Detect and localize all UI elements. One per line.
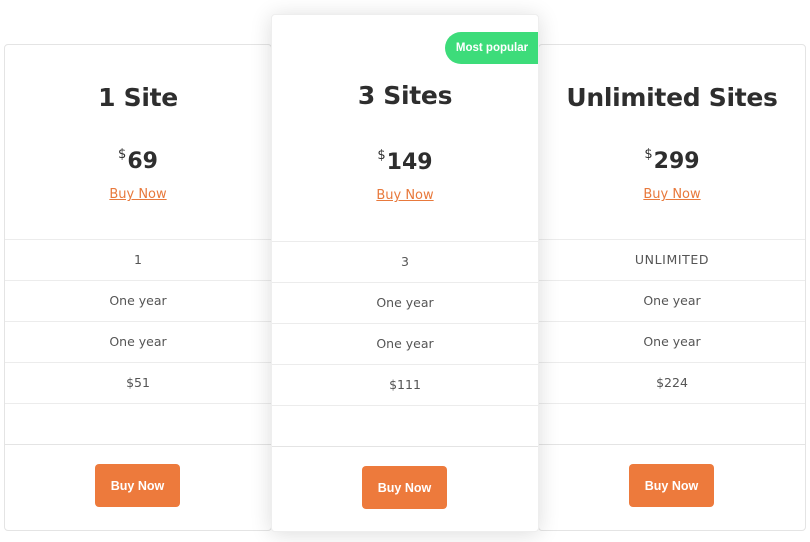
pricing-card-unlimited-sites: Unlimited Sites $299 Buy Now UNLIMITED O… <box>538 44 806 531</box>
feature-row-renewal: $111 <box>272 364 538 405</box>
feature-row-sites: UNLIMITED <box>539 239 805 280</box>
feature-row-empty <box>272 405 538 446</box>
currency-symbol: $ <box>377 148 386 163</box>
price-amount: 69 <box>127 149 158 174</box>
plan-title: Unlimited Sites <box>566 83 778 112</box>
plan-title: 1 Site <box>98 83 178 112</box>
feature-row-support: One year <box>539 321 805 362</box>
pricing-card-header: 3 Sites $149 Buy Now <box>272 15 538 241</box>
pricing-card-footer: Buy Now <box>539 444 805 530</box>
buy-now-button[interactable]: Buy Now <box>362 466 447 509</box>
plan-title: 3 Sites <box>357 81 453 110</box>
buy-now-link[interactable]: Buy Now <box>5 187 271 202</box>
buy-now-button[interactable]: Buy Now <box>95 464 180 507</box>
feature-row-sites: 1 <box>5 239 271 280</box>
pricing-card-footer: Buy Now <box>5 444 271 530</box>
feature-row-support: One year <box>5 321 271 362</box>
feature-row-updates: One year <box>5 280 271 321</box>
feature-row-updates: One year <box>539 280 805 321</box>
pricing-card-footer: Buy Now <box>272 446 538 531</box>
plan-price: $299 <box>539 147 805 174</box>
feature-row-empty <box>539 403 805 444</box>
currency-symbol: $ <box>118 147 127 162</box>
feature-row-renewal: $224 <box>539 362 805 403</box>
price-amount: 299 <box>653 149 700 174</box>
feature-row-updates: One year <box>272 282 538 323</box>
feature-row-support: One year <box>272 323 538 364</box>
pricing-card-1-site: 1 Site $69 Buy Now 1 One year One year $… <box>4 44 272 531</box>
pricing-card-header: Unlimited Sites $299 Buy Now <box>539 45 805 239</box>
price-amount: 149 <box>386 150 433 175</box>
plan-price: $69 <box>5 147 271 174</box>
buy-now-link[interactable]: Buy Now <box>272 188 538 203</box>
feature-row-sites: 3 <box>272 241 538 282</box>
buy-now-button[interactable]: Buy Now <box>629 464 714 507</box>
pricing-card-3-sites: Most popular 3 Sites $149 Buy Now 3 One … <box>271 14 539 532</box>
feature-row-empty <box>5 403 271 444</box>
feature-row-renewal: $51 <box>5 362 271 403</box>
plan-price: $149 <box>272 148 538 175</box>
pricing-card-header: 1 Site $69 Buy Now <box>5 45 271 239</box>
buy-now-link[interactable]: Buy Now <box>539 187 805 202</box>
pricing-table: 1 Site $69 Buy Now 1 One year One year $… <box>0 0 810 542</box>
currency-symbol: $ <box>644 147 653 162</box>
